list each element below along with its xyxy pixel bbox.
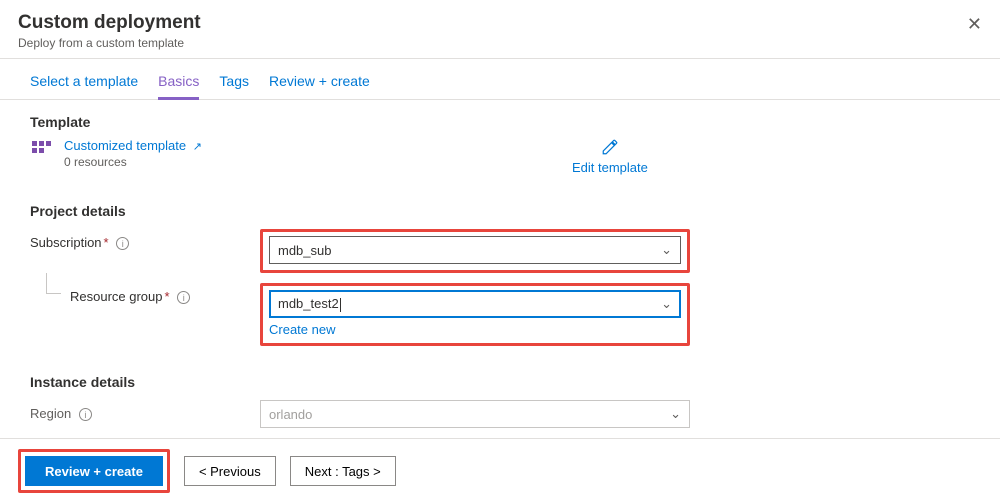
region-dropdown[interactable]: orlando ⌄ [260, 400, 690, 428]
next-button[interactable]: Next : Tags > [290, 456, 396, 486]
subscription-value: mdb_sub [278, 243, 331, 258]
tab-bar: Select a template Basics Tags Review + c… [0, 59, 1000, 100]
page-subtitle: Deploy from a custom template [18, 36, 982, 50]
previous-button[interactable]: < Previous [184, 456, 276, 486]
info-icon[interactable]: i [79, 408, 92, 421]
template-heading: Template [30, 114, 970, 130]
tab-select-template[interactable]: Select a template [30, 73, 138, 100]
project-details-heading: Project details [30, 203, 970, 219]
chevron-down-icon: ⌄ [661, 242, 672, 258]
page-title: Custom deployment [18, 12, 982, 34]
template-resources-text: 0 resources [64, 155, 202, 169]
highlight-resource-group: mdb_test2 ⌄ Create new [260, 283, 690, 346]
subscription-dropdown[interactable]: mdb_sub ⌄ [269, 236, 681, 264]
highlight-review-create: Review + create [18, 449, 170, 493]
resource-group-label: Resource group* i [30, 283, 260, 304]
customized-template-label: Customized template [64, 138, 186, 153]
close-icon: ✕ [967, 14, 982, 34]
subscription-label: Subscription* i [30, 229, 260, 250]
template-tiles-icon [30, 138, 54, 162]
highlight-subscription: mdb_sub ⌄ [260, 229, 690, 273]
resource-group-value: mdb_test2 [278, 296, 341, 312]
review-create-button[interactable]: Review + create [25, 456, 163, 486]
chevron-down-icon: ⌄ [661, 296, 672, 312]
chevron-down-icon: ⌄ [670, 406, 681, 422]
resource-group-dropdown[interactable]: mdb_test2 ⌄ [269, 290, 681, 318]
create-new-link[interactable]: Create new [269, 322, 335, 337]
instance-details-heading: Instance details [30, 374, 970, 390]
page-header: Custom deployment Deploy from a custom t… [0, 0, 1000, 59]
tab-tags[interactable]: Tags [219, 73, 249, 100]
edit-template-button[interactable]: Edit template [572, 138, 648, 175]
region-value: orlando [269, 407, 312, 422]
external-link-icon: ↗ [193, 141, 202, 153]
footer-bar: Review + create < Previous Next : Tags > [0, 438, 1000, 503]
content-area: Template Customized template ↗ 0 resourc… [0, 100, 1000, 428]
tab-review-create[interactable]: Review + create [269, 73, 370, 100]
close-button[interactable]: ✕ [963, 10, 986, 39]
info-icon[interactable]: i [116, 237, 129, 250]
tab-basics[interactable]: Basics [158, 73, 199, 100]
region-label: Region i [30, 400, 260, 421]
info-icon[interactable]: i [177, 291, 190, 304]
customized-template-link[interactable]: Customized template ↗ [64, 138, 202, 153]
edit-template-label: Edit template [572, 160, 648, 175]
pencil-icon [572, 138, 648, 156]
